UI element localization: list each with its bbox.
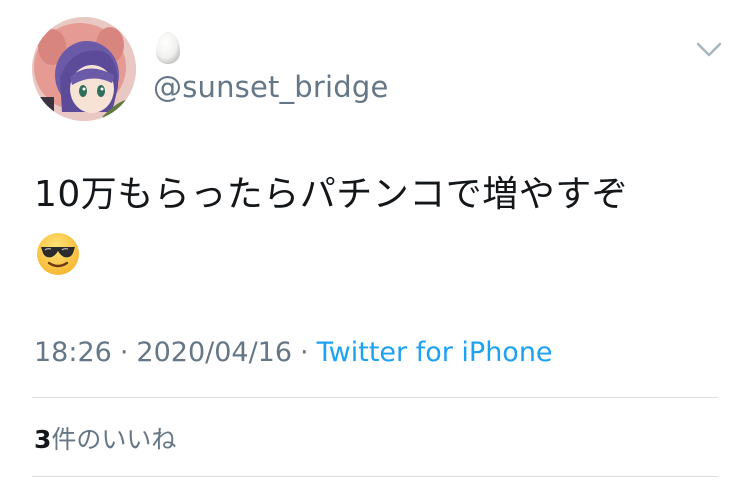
divider	[32, 476, 718, 477]
likes-link[interactable]: 3件のいいね	[34, 420, 176, 456]
user-handle[interactable]: @sunset_bridge	[153, 70, 389, 104]
avatar-image	[32, 17, 136, 121]
tweet-meta: 18:26 · 2020/04/16 · Twitter for iPhone	[34, 337, 553, 368]
tweet-detail: @sunset_bridge 10万もらったらパチンコで増やすぞ 18:26 · 2…	[0, 0, 750, 490]
egg-icon	[155, 31, 181, 65]
likes-label: 件のいいね	[51, 425, 177, 454]
likes-count: 3	[34, 425, 52, 454]
tweet-source-link[interactable]: Twitter for iPhone	[317, 337, 553, 368]
divider	[32, 397, 718, 398]
display-name[interactable]	[155, 30, 181, 66]
chevron-down-icon[interactable]	[694, 38, 724, 60]
meta-separator-2: ·	[300, 337, 309, 368]
meta-separator: ·	[119, 337, 129, 368]
avatar[interactable]	[32, 17, 136, 121]
tweet-date: 2020/04/16	[136, 337, 293, 368]
tweet-time: 18:26	[34, 337, 112, 368]
tweet-text: 10万もらったらパチンコで増やすぞ	[34, 174, 629, 215]
sunglasses-emoji-icon	[36, 232, 80, 276]
